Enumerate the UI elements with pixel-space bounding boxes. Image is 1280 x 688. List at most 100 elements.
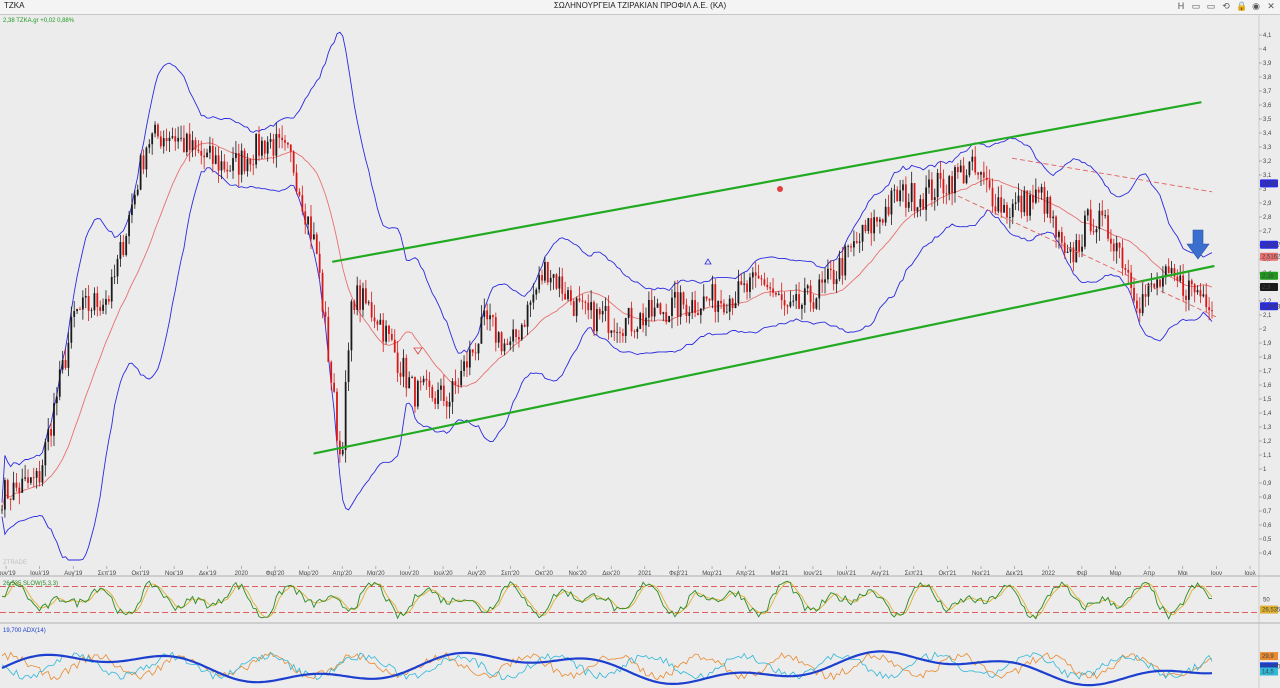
candle-body	[116, 258, 119, 277]
x-tick-label: Ιουν	[1211, 571, 1222, 577]
candle-body	[437, 389, 439, 404]
x-tick-label: Φεβ'21	[669, 571, 688, 577]
candle-body	[298, 191, 301, 196]
candle-body	[1156, 279, 1159, 288]
candle-body	[64, 359, 67, 368]
candle-body	[1115, 242, 1118, 252]
candle-body	[653, 307, 656, 317]
candle-body	[399, 372, 402, 377]
candle-body	[717, 300, 720, 312]
x-tick-label: Απρ	[1143, 571, 1155, 577]
y-tick-label: 3,2	[1263, 159, 1272, 165]
candle-body	[125, 236, 128, 256]
candle-body	[627, 307, 630, 318]
watermark: ΖTRADE	[3, 560, 27, 566]
candle-body	[87, 295, 90, 311]
candle-body	[1023, 190, 1026, 213]
candle-body	[405, 357, 408, 389]
candle-body	[590, 302, 593, 311]
candle-body	[598, 308, 601, 315]
x-tick-label: Ιουλ	[1244, 571, 1255, 577]
candle-body	[422, 378, 425, 383]
price-chart[interactable]: 0,40,50,60,70,80,911,11,21,31,41,51,61,7…	[0, 0, 1280, 688]
candle-body	[1107, 215, 1109, 239]
candle-body	[847, 246, 850, 248]
candle-body	[720, 300, 722, 304]
candle-body	[552, 274, 555, 278]
candle-body	[12, 482, 15, 500]
candle-body	[671, 297, 673, 317]
signal-marker	[777, 186, 783, 192]
candle-body	[665, 312, 668, 323]
candle-body	[754, 272, 757, 276]
candle-body	[188, 133, 191, 151]
candle-body	[99, 307, 102, 311]
candle-body	[1187, 280, 1190, 300]
candle-body	[1153, 283, 1156, 288]
y-tick-label: 3,5	[1263, 117, 1272, 123]
candle-body	[835, 279, 838, 285]
candle-body	[902, 184, 904, 191]
candle-body	[803, 288, 806, 306]
candle-body	[425, 378, 428, 381]
value-badge-text: 2,3	[1262, 285, 1271, 291]
candle-body	[1176, 276, 1179, 281]
candle-body	[252, 164, 255, 166]
price-label: 2,38 TZKA.gr +0,02 0,88%	[3, 18, 75, 24]
candle-body	[705, 296, 708, 299]
candle-body	[757, 275, 760, 279]
candle-body	[1098, 210, 1101, 230]
candle-body	[185, 133, 188, 153]
candle-body	[471, 349, 474, 353]
x-tick-label: 2021	[638, 571, 652, 577]
candle-body	[673, 291, 676, 298]
candle-body	[1040, 186, 1043, 193]
candle-body	[702, 296, 705, 309]
x-tick-label: Μαρ	[1110, 571, 1122, 577]
x-tick-label: Αυγ'19	[64, 571, 83, 577]
x-tick-label: 2020	[235, 571, 249, 577]
candle-body	[272, 139, 275, 156]
candle-body	[226, 169, 229, 172]
adx-badge-text: 29,9	[1262, 654, 1274, 660]
candle-body	[191, 140, 194, 151]
candle-body	[1092, 231, 1095, 233]
value-badge-text: 2,1623	[1262, 304, 1280, 310]
x-tick-label: Μαι'21	[770, 571, 788, 577]
y-tick-label: 1,8	[1263, 355, 1272, 361]
candle-body	[873, 217, 876, 234]
candle-body	[214, 155, 217, 164]
candle-body	[304, 211, 307, 225]
candle-body	[1095, 229, 1098, 233]
candle-body	[131, 204, 133, 216]
candle-body	[899, 190, 902, 202]
y-tick-label: 1,2	[1263, 439, 1272, 445]
candle-body	[261, 140, 263, 156]
candle-body	[1066, 251, 1069, 253]
candle-body	[445, 401, 448, 407]
adx-label: 19,700 ADX(14)	[3, 628, 46, 634]
candle-body	[310, 216, 312, 240]
value-badge-text: 2,5162	[1262, 255, 1280, 261]
candle-body	[128, 215, 130, 237]
candle-body	[364, 288, 367, 304]
candle-body	[647, 299, 650, 318]
candle-body	[893, 189, 896, 191]
candle-body	[645, 317, 647, 326]
candle-body	[41, 465, 44, 483]
candle-body	[853, 241, 855, 248]
y-tick-label: 0,7	[1263, 509, 1272, 515]
candle-body	[240, 150, 243, 175]
candle-body	[1182, 275, 1185, 296]
candle-body	[948, 176, 951, 194]
x-tick-label: Οκτ'21	[938, 571, 957, 577]
candle-body	[740, 281, 743, 285]
candle-body	[570, 290, 572, 302]
candle-body	[962, 165, 965, 184]
candle-body	[806, 285, 809, 289]
candle-body	[1205, 294, 1208, 308]
candle-body	[506, 343, 509, 345]
y-tick-label: 1,9	[1263, 341, 1272, 347]
x-tick-label: Μαρ'21	[702, 571, 722, 577]
candle-body	[725, 311, 728, 313]
